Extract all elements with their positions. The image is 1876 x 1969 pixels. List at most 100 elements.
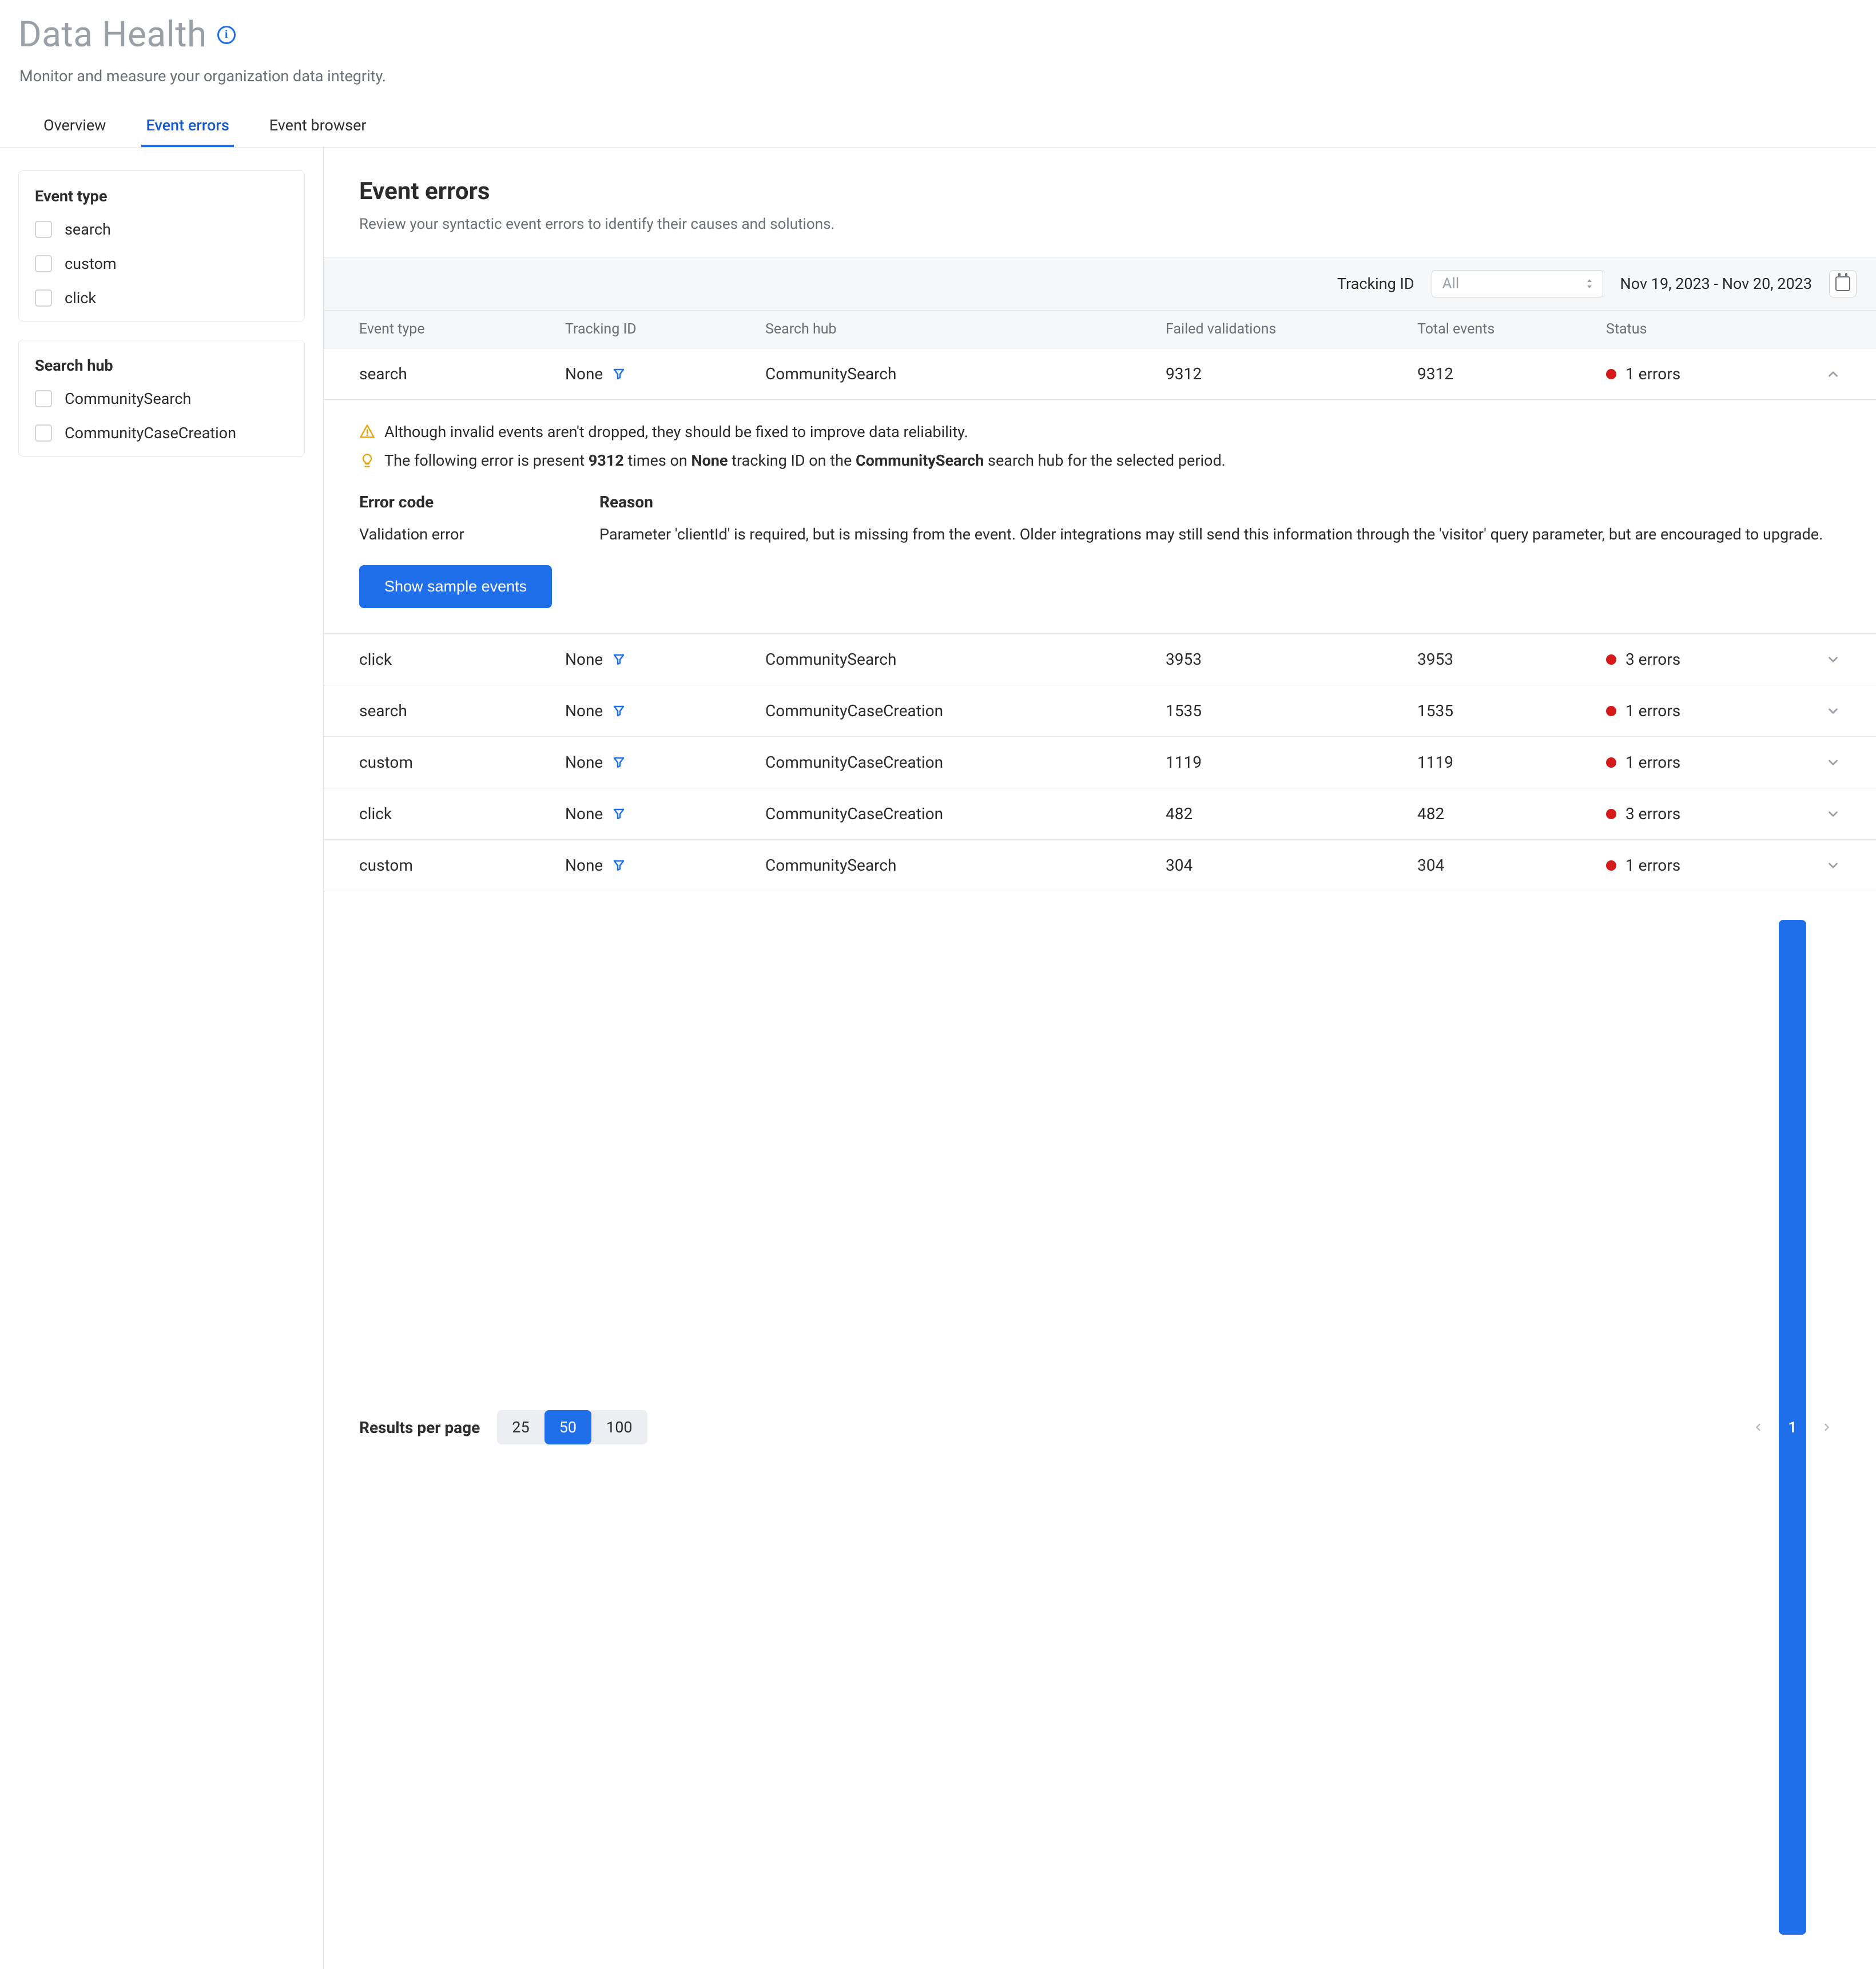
filter-bar: Tracking ID All Nov 19, 2023 - Nov 20, 2…	[324, 257, 1876, 311]
th-search-hub: Search hub	[765, 321, 1166, 338]
detail-note-2: The following error is present 9312 time…	[384, 451, 1226, 470]
cell-total: 3953	[1417, 650, 1606, 669]
detail-note-1: Although invalid events aren't dropped, …	[384, 423, 968, 441]
chevron-down-icon[interactable]	[1789, 807, 1841, 821]
table-row[interactable]: click None CommunityCaseCreation 482 482…	[324, 788, 1876, 840]
warning-icon	[359, 424, 375, 440]
cell-tracking-id: None	[565, 701, 603, 720]
tracking-id-select[interactable]: All	[1432, 270, 1603, 297]
facet-item-custom[interactable]: custom	[35, 255, 288, 273]
cell-status: 3 errors	[1625, 650, 1680, 669]
cell-event-type: search	[359, 364, 565, 383]
facet-item-communitysearch[interactable]: CommunitySearch	[35, 390, 288, 408]
table-row[interactable]: click None CommunitySearch 3953 3953 3 e…	[324, 634, 1876, 685]
table-row[interactable]: search None CommunityCaseCreation 1535 1…	[324, 685, 1876, 737]
select-value: All	[1442, 275, 1460, 292]
facet-item-label: search	[65, 220, 111, 239]
cell-search-hub: CommunitySearch	[765, 650, 1166, 669]
per-page-100[interactable]: 100	[591, 1410, 647, 1444]
cell-status: 1 errors	[1625, 856, 1680, 875]
chevron-up-icon[interactable]	[1789, 367, 1841, 382]
cell-total: 1535	[1417, 701, 1606, 720]
results-per-page-segmented: 25 50 100	[497, 1410, 647, 1444]
facet-title: Search hub	[35, 356, 288, 375]
results-per-page-label: Results per page	[359, 1418, 480, 1437]
cell-failed: 3953	[1166, 650, 1417, 669]
cell-total: 482	[1417, 804, 1606, 823]
facet-item-search[interactable]: search	[35, 220, 288, 239]
pager-page-1[interactable]: 1	[1779, 920, 1806, 1935]
chevron-down-icon[interactable]	[1789, 755, 1841, 770]
reason-heading: Reason	[599, 493, 1841, 511]
facet-item-label: custom	[65, 255, 117, 273]
facet-item-label: CommunitySearch	[65, 390, 191, 408]
table-row[interactable]: custom None CommunityCaseCreation 1119 1…	[324, 737, 1876, 788]
checkbox-icon[interactable]	[35, 255, 52, 272]
tab-event-browser[interactable]: Event browser	[265, 109, 371, 147]
th-failed-validations: Failed validations	[1166, 321, 1417, 338]
cell-failed: 482	[1166, 804, 1417, 823]
show-sample-events-button[interactable]: Show sample events	[359, 565, 552, 608]
calendar-icon	[1835, 276, 1850, 291]
calendar-button[interactable]	[1829, 270, 1857, 297]
pager-prev-button[interactable]	[1744, 1414, 1772, 1441]
facet-event-type: Event type search custom click	[18, 170, 305, 321]
cell-search-hub: CommunitySearch	[765, 364, 1166, 383]
checkbox-icon[interactable]	[35, 424, 52, 442]
error-code-heading: Error code	[359, 493, 599, 511]
checkbox-icon[interactable]	[35, 289, 52, 307]
th-tracking-id: Tracking ID	[565, 321, 765, 338]
cell-search-hub: CommunitySearch	[765, 856, 1166, 875]
per-page-25[interactable]: 25	[497, 1410, 544, 1444]
cell-failed: 304	[1166, 856, 1417, 875]
status-dot-icon	[1606, 369, 1616, 379]
pager-next-button[interactable]	[1813, 1414, 1841, 1441]
cell-tracking-id: None	[565, 364, 603, 383]
page-title: Data Health	[18, 14, 207, 55]
status-dot-icon	[1606, 860, 1616, 871]
page-subtitle: Monitor and measure your organization da…	[19, 67, 1858, 85]
cell-status: 1 errors	[1625, 753, 1680, 772]
facet-title: Event type	[35, 187, 288, 205]
cell-event-type: click	[359, 804, 565, 823]
status-dot-icon	[1606, 706, 1616, 716]
per-page-50[interactable]: 50	[544, 1410, 591, 1444]
chevron-down-icon[interactable]	[1789, 652, 1841, 667]
filter-icon[interactable]	[612, 704, 626, 718]
cell-tracking-id: None	[565, 856, 603, 875]
checkbox-icon[interactable]	[35, 221, 52, 238]
filter-icon[interactable]	[612, 859, 626, 872]
tracking-id-label: Tracking ID	[1337, 275, 1414, 293]
chevron-down-icon[interactable]	[1789, 858, 1841, 873]
facet-item-label: CommunityCaseCreation	[65, 424, 236, 442]
tab-overview[interactable]: Overview	[39, 109, 110, 147]
date-range-label: Nov 19, 2023 - Nov 20, 2023	[1620, 275, 1812, 293]
cell-tracking-id: None	[565, 804, 603, 823]
table-row[interactable]: search None CommunitySearch 9312 9312 1 …	[324, 348, 1876, 400]
cell-search-hub: CommunityCaseCreation	[765, 701, 1166, 720]
filter-icon[interactable]	[612, 653, 626, 666]
filter-icon[interactable]	[612, 367, 626, 381]
cell-event-type: custom	[359, 856, 565, 875]
facet-item-label: click	[65, 289, 96, 307]
cell-search-hub: CommunityCaseCreation	[765, 804, 1166, 823]
lightbulb-icon	[359, 452, 375, 469]
checkbox-icon[interactable]	[35, 390, 52, 407]
facet-item-communitycasecreation[interactable]: CommunityCaseCreation	[35, 424, 288, 442]
cell-search-hub: CommunityCaseCreation	[765, 753, 1166, 772]
th-status: Status	[1606, 321, 1789, 338]
cell-event-type: click	[359, 650, 565, 669]
filter-icon[interactable]	[612, 807, 626, 821]
chevron-down-icon[interactable]	[1789, 704, 1841, 718]
table-row[interactable]: custom None CommunitySearch 304 304 1 er…	[324, 840, 1876, 891]
facet-search-hub: Search hub CommunitySearch CommunityCase…	[18, 340, 305, 456]
status-dot-icon	[1606, 809, 1616, 819]
cell-tracking-id: None	[565, 650, 603, 669]
filter-icon[interactable]	[612, 756, 626, 769]
facet-item-click[interactable]: click	[35, 289, 288, 307]
section-description: Review your syntactic event errors to id…	[359, 216, 1841, 233]
error-code-value: Validation error	[359, 525, 599, 543]
tab-event-errors[interactable]: Event errors	[141, 109, 233, 147]
cell-failed: 1119	[1166, 753, 1417, 772]
info-icon[interactable]: i	[217, 26, 236, 44]
